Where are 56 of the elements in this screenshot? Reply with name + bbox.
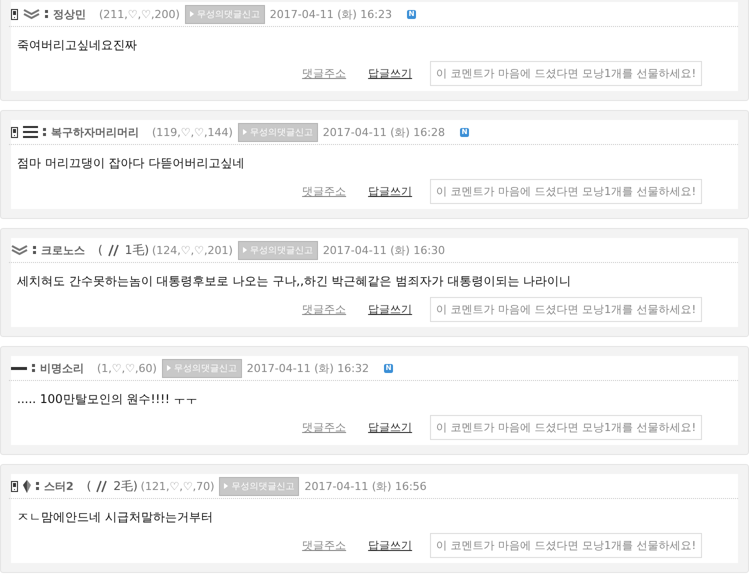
comment-date: 2017-04-11 (화) 16:23	[270, 6, 392, 22]
gift-message: 이 코멘트가 마음에 드셨다면 모낭1개를 선물하세요!	[430, 297, 702, 322]
nickname[interactable]: 크로노스	[41, 242, 85, 258]
comment-text: ㅈㄴ맘에안드네 시급처말하는거부터	[16, 509, 214, 526]
gift-message: 이 코멘트가 마음에 드셨다면 모낭1개를 선물하세요!	[430, 61, 702, 86]
reply-link[interactable]: 답글쓰기	[368, 302, 412, 317]
comment-stats: (1,♡,♡,60)	[97, 362, 157, 374]
hair-count: 2毛)	[113, 478, 138, 494]
gift-message: 이 코멘트가 마음에 드셨다면 모낭1개를 선물하세요!	[430, 179, 702, 204]
comment-text: ..... 100만탈모인의 원수!!!! ㅜㅜ	[16, 391, 199, 408]
hair-icon	[108, 244, 120, 256]
dash-rank-icon	[11, 366, 27, 370]
dots-icon	[32, 364, 35, 372]
comment-stats: (121,♡,♡,70)	[140, 480, 214, 492]
gift-message: 이 코멘트가 마음에 드셨다면 모낭1개를 선물하세요!	[430, 415, 702, 440]
comment-date: 2017-04-11 (화) 16:30	[322, 242, 446, 258]
comment-stats: (124,♡,♡,201)	[152, 244, 233, 256]
nickname[interactable]: 스터2	[44, 478, 74, 494]
nickname[interactable]: 비명소리	[40, 360, 84, 376]
triangle-icon	[242, 129, 247, 135]
diamond-rank-icon	[23, 480, 31, 492]
comment-address-link[interactable]: 댓글주소	[302, 538, 346, 553]
comment-stats: (211,♡,♡,200)	[99, 8, 180, 20]
comment-date: 2017-04-11 (화) 16:28	[322, 124, 445, 140]
comment-text: 죽여버리고싶네요진짜	[16, 37, 138, 54]
triangle-icon	[224, 483, 228, 489]
comment-address-link[interactable]: 댓글주소	[302, 184, 346, 199]
comment-address-link[interactable]: 댓글주소	[302, 302, 346, 317]
hair-paren: (	[86, 479, 92, 493]
bars-rank-icon	[23, 126, 38, 138]
nickname[interactable]: 복구하자머리머리	[51, 124, 139, 140]
gift-message: 이 코멘트가 마음에 드셨다면 모낭1개를 선물하세요!	[430, 533, 702, 558]
comment-address-link[interactable]: 댓글주소	[302, 66, 346, 81]
comment-date: 2017-04-11 (화) 16:32	[246, 360, 369, 376]
comment-stats: (119,♡,♡,144)	[152, 126, 233, 138]
chevron-rank-icon	[11, 244, 28, 256]
dots-icon	[33, 246, 36, 254]
comment-text: 점마 머리끄댕이 잡아다 다뜯어버리고싶네	[16, 155, 246, 172]
triangle-icon	[190, 11, 194, 17]
dots-icon	[43, 128, 46, 136]
triangle-icon	[242, 247, 247, 253]
dots-icon	[36, 482, 39, 490]
comment-address-link[interactable]: 댓글주소	[302, 420, 346, 435]
hair-icon	[96, 480, 108, 492]
reply-link[interactable]: 답글쓰기	[368, 538, 412, 553]
reply-link[interactable]: 답글쓰기	[368, 66, 412, 81]
hair-paren: (	[98, 243, 103, 257]
comment-text: 세치혀도 간수못하는놈이 대통령후보로 나오는 구나,,하긴 박근혜같은 범죄자가 대통령이되는 나라이니	[16, 273, 572, 290]
chevron-rank-icon	[23, 8, 40, 20]
comment-date: 2017-04-11 (화) 16:56	[304, 478, 427, 494]
triangle-icon	[166, 365, 171, 371]
nickname[interactable]: 정상민	[53, 6, 86, 22]
reply-link[interactable]: 답글쓰기	[368, 184, 412, 199]
dots-icon	[45, 10, 48, 18]
hair-count: 1毛)	[124, 242, 150, 258]
reply-link[interactable]: 답글쓰기	[368, 420, 412, 435]
